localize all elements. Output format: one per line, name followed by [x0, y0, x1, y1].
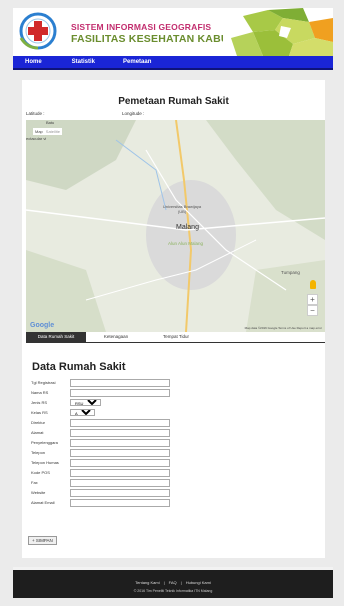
- field-label: Telepon Humas: [31, 460, 59, 465]
- map-place-label: ectacular vi: [26, 136, 47, 141]
- form-row: Kelas RS A: [31, 408, 95, 417]
- field-label: Jenis RS: [31, 400, 48, 405]
- page-title: Pemetaan Rumah Sakit: [118, 96, 229, 107]
- jenis-rs-select[interactable]: RSU: [70, 399, 101, 406]
- save-button[interactable]: + SIMPAN: [28, 536, 57, 545]
- kelas-rs-select[interactable]: A: [70, 409, 95, 416]
- zoom-out-button[interactable]: −: [307, 305, 318, 316]
- form-row: Telepon Humas: [31, 458, 170, 467]
- field-label: Alamat Email: [31, 500, 55, 505]
- map-place-label: Universitas Brawijaya (UB): [162, 204, 202, 214]
- field-label: Fax: [31, 480, 38, 485]
- nav-item-pemetaan[interactable]: Pemetaan: [123, 59, 151, 65]
- map-type-satellite[interactable]: Satellite: [46, 129, 60, 134]
- field-label: Direktur: [31, 420, 46, 425]
- map-place-label: Tumpang: [281, 270, 300, 275]
- zoom-in-button[interactable]: +: [307, 294, 318, 305]
- fax-input[interactable]: [70, 478, 170, 487]
- alamat-input[interactable]: [70, 428, 170, 437]
- main-nav: Home Statistik Pemetaan: [13, 56, 333, 70]
- map-type-map[interactable]: Map: [35, 129, 43, 134]
- map-place-label: Malang: [176, 224, 199, 231]
- form-row: Nama RS: [31, 388, 170, 397]
- nav-item-statistik[interactable]: Statistik: [72, 59, 95, 65]
- tab-data-rumah-sakit[interactable]: Data Rumah Sakit: [26, 332, 86, 342]
- site-header: SISTEM INFORMASI GEOGRAFIS FASILITAS KES…: [13, 8, 333, 56]
- google-logo: Google: [30, 322, 55, 329]
- map-place-label: Batu: [46, 120, 55, 125]
- form-row: Telepon: [31, 448, 170, 457]
- form-row: Jenis RS RSU: [31, 398, 101, 407]
- map-place-label: Alun Alun Malang: [168, 241, 204, 246]
- form-row: Tgl Registrasi: [31, 378, 170, 387]
- footer-links: Tentang Kami | FAQ | Hubungi Kami: [135, 580, 211, 585]
- site-footer: Tentang Kami | FAQ | Hubungi Kami © 2016 Tim…: [13, 567, 333, 598]
- form-row: Fax: [31, 478, 170, 487]
- tgl-registrasi-input[interactable]: [70, 378, 170, 387]
- form-row: Alamat: [31, 428, 170, 437]
- regency-map-graphic: [223, 8, 333, 56]
- map-attribution[interactable]: Map data ©2016 Google Terms of Use Repor…: [245, 326, 322, 330]
- street-view-pegman-icon[interactable]: [310, 280, 316, 289]
- telepon-input[interactable]: [70, 448, 170, 457]
- footer-link-tentang-kami[interactable]: Tentang Kami: [135, 580, 159, 585]
- website-input[interactable]: [70, 488, 170, 497]
- field-label: Telepon: [31, 450, 46, 455]
- latitude-label: Latitude :: [26, 111, 45, 116]
- form-row: Website: [31, 488, 170, 497]
- direktur-input[interactable]: [70, 418, 170, 427]
- nav-item-home[interactable]: Home: [25, 59, 42, 65]
- footer-copyright: © 2016 Tim Peneliti Teknik Informatika I…: [133, 589, 213, 593]
- longitude-label: Longitude :: [122, 111, 145, 116]
- form-title: Data Rumah Sakit: [32, 361, 126, 373]
- alamat-email-input[interactable]: [70, 498, 170, 507]
- field-label: Kode POS: [31, 470, 50, 475]
- form-row: Penyelenggara: [31, 438, 170, 447]
- main-content: Pemetaan Rumah Sakit Latitude : Longitud…: [22, 80, 325, 558]
- field-label: Kelas RS: [31, 410, 48, 415]
- field-label: Tgl Registrasi: [31, 380, 56, 385]
- penyelenggara-input[interactable]: [70, 438, 170, 447]
- footer-link-faq[interactable]: FAQ: [169, 580, 177, 585]
- field-label: Penyelenggara: [31, 440, 58, 445]
- form-row: Kode POS: [31, 468, 170, 477]
- footer-link-hubungi-kami[interactable]: Hubungi Kami: [186, 580, 211, 585]
- tab-bar: Data Rumah Sakit Ketenagaan Tempat Tidur: [26, 332, 325, 342]
- tab-divider: [26, 342, 325, 343]
- field-label: Website: [31, 490, 46, 495]
- form-row: Alamat Email: [31, 498, 170, 507]
- field-label: Alamat: [31, 430, 44, 435]
- kode-pos-input[interactable]: [70, 468, 170, 477]
- map-type-control[interactable]: Map Satellite: [33, 128, 63, 135]
- field-label: Nama RS: [31, 390, 49, 395]
- form-row: Direktur: [31, 418, 170, 427]
- nama-rs-input[interactable]: [70, 388, 170, 397]
- map-canvas[interactable]: Batu ectacular vi Map Satellite Universit…: [26, 120, 325, 332]
- tab-ketenagaan[interactable]: Ketenagaan: [86, 332, 146, 342]
- telepon-humas-input[interactable]: [70, 458, 170, 467]
- site-title-line1: SISTEM INFORMASI GEOGRAFIS: [71, 22, 212, 32]
- health-cross-logo-icon: [19, 12, 57, 50]
- tab-tempat-tidur[interactable]: Tempat Tidur: [146, 332, 206, 342]
